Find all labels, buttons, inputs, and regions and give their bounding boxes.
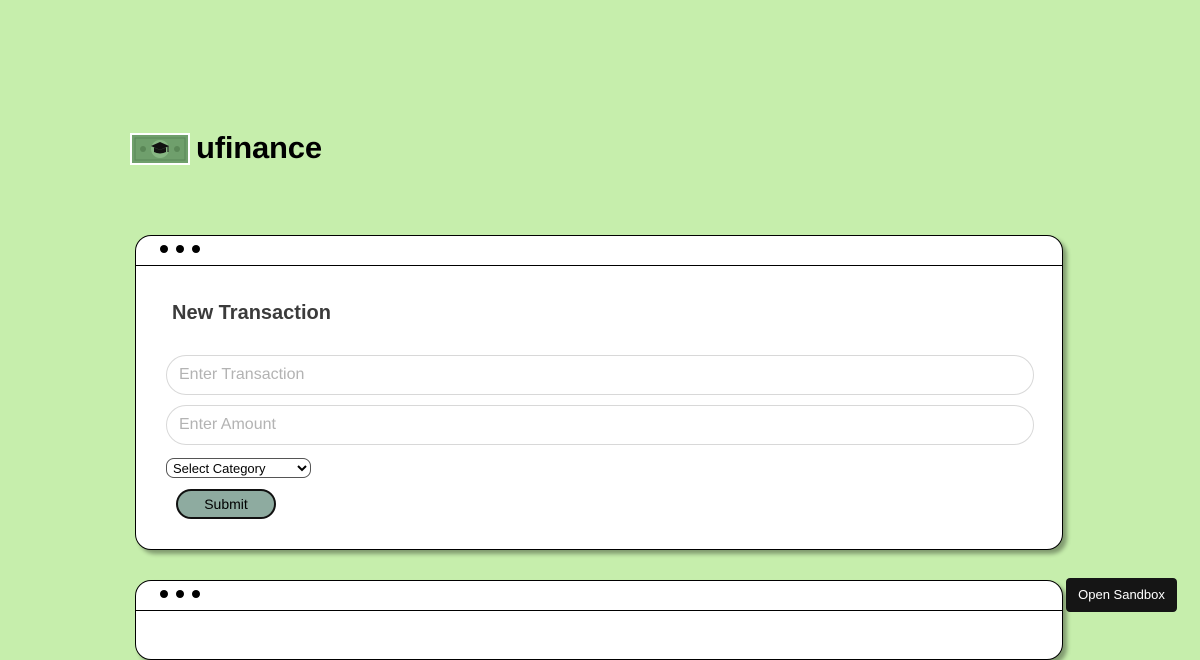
category-select[interactable]: Select Category <box>166 458 311 478</box>
card-title-bar <box>136 236 1062 266</box>
brand-header: ufinance <box>130 129 322 165</box>
window-dot <box>176 590 184 598</box>
window-dot <box>192 245 200 253</box>
window-dot <box>192 590 200 598</box>
window-dots-icon <box>160 245 200 253</box>
window-dots-icon <box>160 590 200 598</box>
card-title: New Transaction <box>172 302 331 324</box>
open-sandbox-button[interactable]: Open Sandbox <box>1066 578 1177 612</box>
window-dot <box>160 245 168 253</box>
card-title-bar <box>136 581 1062 611</box>
amount-input[interactable] <box>166 405 1034 445</box>
graduation-cap-banknote-icon <box>130 133 190 165</box>
brand-name: ufinance <box>196 129 322 165</box>
transaction-input[interactable] <box>166 355 1034 395</box>
window-dot <box>160 590 168 598</box>
new-transaction-card: New Transaction Select Category Submit <box>135 235 1063 550</box>
second-card <box>135 580 1063 660</box>
window-dot <box>176 245 184 253</box>
submit-button[interactable]: Submit <box>176 489 276 519</box>
